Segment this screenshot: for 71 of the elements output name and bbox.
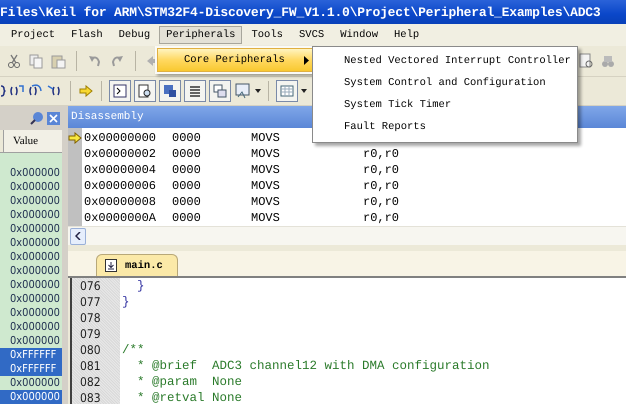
- value-cell-text: 0x000000: [9, 278, 61, 292]
- operands-text: r0,r0: [363, 146, 400, 162]
- value-cell-text: 0x000000: [9, 222, 61, 236]
- line-number: 077: [79, 295, 102, 311]
- comment-text: * @retval None: [136, 391, 242, 404]
- value-cell-text: 0x000000: [9, 250, 61, 264]
- mnemonic-text: MOVS: [251, 194, 281, 210]
- opcode-text: 0000: [172, 210, 202, 226]
- mnemonic-text: MOVS: [251, 146, 281, 162]
- submenu-item[interactable]: System Tick Timer: [313, 94, 577, 116]
- menu-item[interactable]: Tools: [244, 26, 290, 44]
- value-cell-text: 0x000000: [9, 320, 61, 334]
- menu-item[interactable]: Project: [4, 26, 62, 44]
- address-text: 0x00000008: [84, 194, 158, 210]
- value-cell-text: 0x000000: [9, 292, 61, 306]
- value-cell: 0xFFFFFF: [0, 348, 62, 362]
- window-title: Files\Keil for ARM\STM32F4-Discovery_FW_V1.1.0\Project\Peripheral_Examples\ADC3: [0, 4, 601, 20]
- opcode-text: 0000: [172, 162, 202, 178]
- code-text: }: [122, 295, 130, 309]
- value-cell-text: 0x000000: [9, 236, 61, 250]
- panel-title: Disassembly: [71, 111, 144, 123]
- line-number: 078: [79, 311, 102, 327]
- value-cell-text: 0x000000: [9, 166, 61, 180]
- value-cell-text: 0x000000: [9, 180, 61, 194]
- address-text: 0x00000000: [84, 130, 158, 146]
- value-cell-text: 0x000000: [9, 208, 61, 222]
- value-cell-text: 0x000000: [9, 376, 61, 390]
- mnemonic-text: MOVS: [251, 130, 281, 146]
- menu-item[interactable]: Flash: [64, 26, 110, 44]
- address-text: 0x00000004: [84, 162, 158, 178]
- address-text: 0x0000000A: [84, 210, 158, 226]
- comment-text: /**: [122, 343, 145, 357]
- operands-text: r0,r0: [363, 178, 400, 194]
- line-number: 080: [79, 343, 102, 359]
- comment-text: * @param None: [136, 375, 242, 389]
- file-tab[interactable]: main.c: [96, 254, 178, 276]
- code-text: }: [136, 279, 145, 293]
- opcode-text: 0000: [172, 130, 202, 146]
- menu-item[interactable]: Window: [333, 26, 385, 44]
- address-text: 0x00000002: [84, 146, 158, 162]
- menu-item[interactable]: Help: [387, 26, 426, 44]
- column-header[interactable]: Value: [3, 130, 62, 152]
- line-number: 079: [79, 327, 102, 343]
- operands-text: r0,r0: [363, 162, 400, 178]
- opcode-text: 0000: [172, 178, 202, 194]
- address-text: 0x00000006: [84, 178, 158, 194]
- value-cell-text: 0x000000: [9, 194, 61, 208]
- value-cell-text: 0x000000: [9, 264, 61, 278]
- value-cell: 0xFFFFFF: [0, 362, 62, 376]
- menu-item[interactable]: SVCS: [292, 26, 332, 44]
- submenu-item[interactable]: Nested Vectored Interrupt Controller: [313, 50, 577, 72]
- operands-text: r0,r0: [363, 194, 400, 210]
- mnemonic-text: MOVS: [251, 162, 281, 178]
- value-cell-text: 0x000000: [9, 334, 61, 348]
- line-number: 082: [79, 375, 102, 391]
- value-cell: 0x000000: [0, 390, 62, 404]
- line-number: 081: [79, 359, 102, 375]
- line-number: 076: [79, 279, 102, 295]
- line-number: 083: [79, 391, 102, 404]
- opcode-text: 0000: [172, 194, 202, 210]
- menu-item[interactable]: Debug: [112, 26, 158, 44]
- mnemonic-text: MOVS: [251, 178, 281, 194]
- menu-item[interactable]: Core Peripherals: [157, 48, 314, 72]
- submenu-item[interactable]: Fault Reports: [313, 116, 577, 138]
- submenu-item[interactable]: System Control and Configuration: [313, 72, 577, 94]
- value-cell-text: 0x000000: [9, 306, 61, 320]
- mnemonic-text: MOVS: [251, 210, 281, 226]
- operands-text: r0,r0: [363, 210, 400, 226]
- opcode-text: 0000: [172, 146, 202, 162]
- menu-item[interactable]: Peripherals: [159, 26, 242, 44]
- comment-text: * @brief ADC3 channel12 with DMA configuration: [136, 359, 490, 373]
